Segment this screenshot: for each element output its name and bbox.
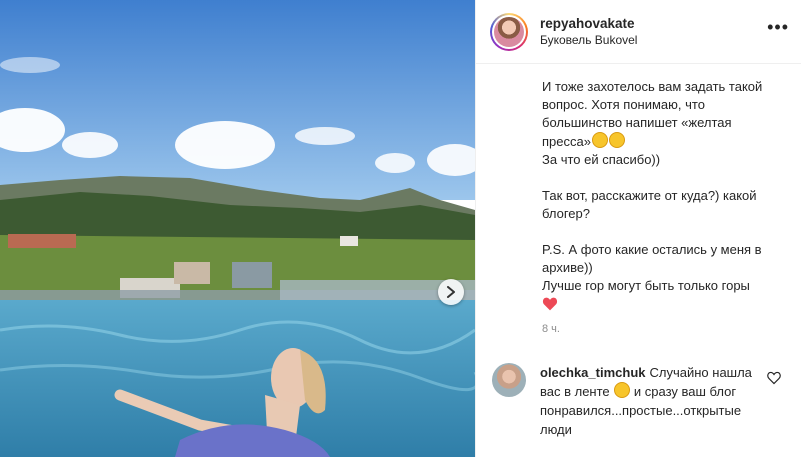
post-timestamp[interactable]: 8 ч. [542, 323, 560, 335]
post-sidebar: repyahovakate Буковель Bukovel ••• И тож… [475, 0, 801, 457]
author-username[interactable]: repyahovakate [540, 15, 637, 32]
caption-line: Лучше гор могут быть только горы [542, 278, 750, 293]
comment: olechka_timchuk Случайно нашла вас в лент… [492, 363, 782, 439]
chevron-right-icon [447, 286, 455, 298]
pool-mountain-photo [0, 0, 475, 457]
more-options-icon[interactable]: ••• [767, 18, 789, 36]
red-heart-icon [542, 297, 558, 311]
caption-line: P.S. А фото какие остались у меня в архи… [542, 242, 762, 275]
next-photo-button[interactable] [438, 279, 464, 305]
post-header: repyahovakate Буковель Bukovel ••• [476, 0, 801, 64]
grinning-face-icon [591, 132, 608, 148]
heart-outline-icon[interactable] [767, 371, 781, 385]
instagram-post: repyahovakate Буковель Bukovel ••• И тож… [0, 0, 801, 457]
caption-line: За что ей спасибо)) [542, 152, 661, 167]
post-caption: И тоже захотелось вам задать такой вопро… [542, 78, 767, 313]
caption-line: Так вот, расскажите от куда?) какой блог… [542, 188, 757, 221]
heart-eyes-face-icon [614, 382, 631, 398]
author-avatar[interactable] [490, 12, 528, 51]
post-location[interactable]: Буковель Bukovel [540, 32, 637, 49]
commenter-username[interactable]: olechka_timchuk [540, 365, 646, 380]
post-photo[interactable] [0, 0, 475, 457]
grinning-face-icon [608, 132, 625, 148]
avatar-photo [494, 16, 524, 47]
commenter-avatar[interactable] [492, 363, 526, 397]
caption-line: И тоже захотелось вам задать такой вопро… [542, 79, 763, 149]
